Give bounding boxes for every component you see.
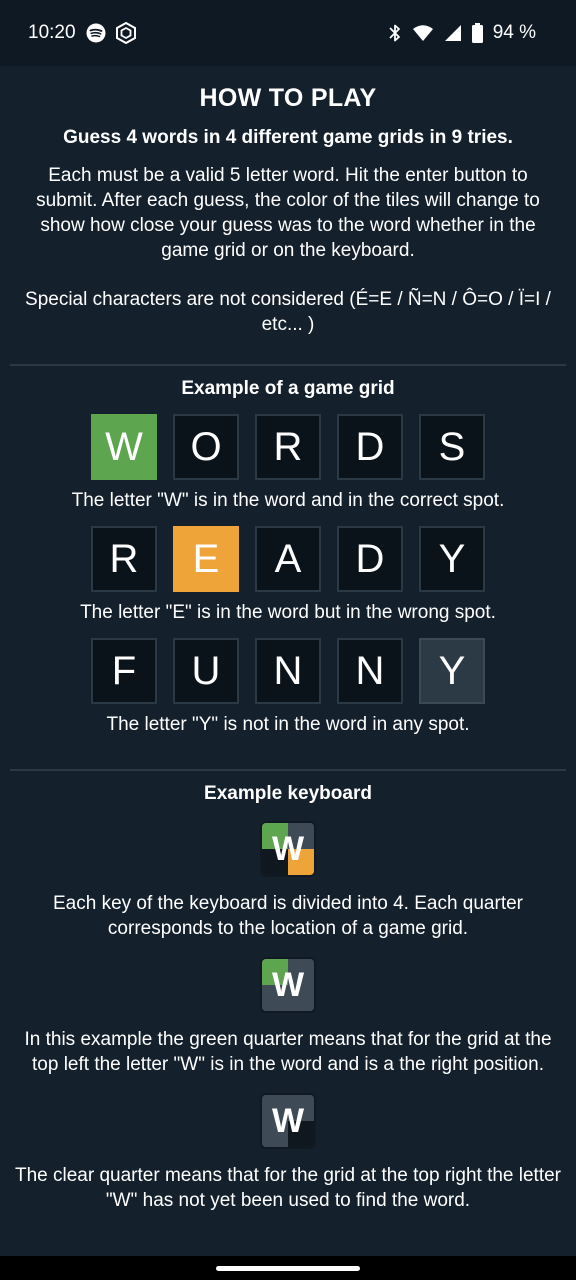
status-time: 10:20 <box>28 22 76 43</box>
key-letter: W <box>271 965 305 1004</box>
section-divider <box>10 769 566 771</box>
example-row-words: W O R D S <box>0 414 576 480</box>
clear-quarter-caption: The clear quarter means that for the gri… <box>14 1165 562 1211</box>
tile: D <box>337 526 403 592</box>
signal-icon <box>444 24 462 42</box>
key-letter: W <box>271 829 305 868</box>
status-bar-left: 10:20 <box>28 22 136 44</box>
hexagon-app-icon <box>115 22 136 44</box>
correct-letter-caption: The letter "W" is in the word and in the… <box>71 490 505 511</box>
tile: A <box>255 526 321 592</box>
tile: S <box>419 414 485 480</box>
keyboard-example-title: Example keyboard <box>204 783 372 804</box>
battery-level: 94 % <box>492 22 536 43</box>
present-letter-caption: The letter "E" is in the word but in the… <box>80 602 496 623</box>
status-bar: 10:20 94 % <box>0 0 576 66</box>
wifi-icon <box>412 24 434 42</box>
bluetooth-icon <box>388 23 402 43</box>
grid-example-title: Example of a game grid <box>181 378 395 399</box>
rules-intro: Each must be a valid 5 letter word. Hit … <box>36 165 540 261</box>
status-bar-right: 94 % <box>388 22 536 44</box>
home-gesture-handle[interactable] <box>216 1265 360 1271</box>
battery-icon <box>471 23 483 43</box>
tile: F <box>91 638 157 704</box>
example-key-w-green-quarter: W <box>260 957 316 1013</box>
key-letter: W <box>271 1101 305 1140</box>
example-key-w-quartered: W <box>260 821 316 877</box>
tile: N <box>337 638 403 704</box>
tile: U <box>173 638 239 704</box>
gesture-nav-bar <box>0 1256 576 1280</box>
page-title: HOW TO PLAY <box>199 84 377 112</box>
section-divider <box>10 364 566 366</box>
spotify-icon <box>86 23 106 43</box>
example-key-w-clear-quarter: W <box>260 1093 316 1149</box>
example-row-ready: R E A D Y <box>0 526 576 592</box>
tile: E <box>173 526 239 592</box>
example-row-funny: F U N N Y <box>0 638 576 704</box>
tile: W <box>91 414 157 480</box>
how-to-play-panel[interactable]: HOW TO PLAY Guess 4 words in 4 different… <box>0 66 576 1256</box>
green-quarter-caption: In this example the green quarter means … <box>24 1029 552 1075</box>
keyboard-quarters-caption: Each key of the keyboard is divided into… <box>53 893 523 939</box>
special-characters-note: Special characters are not considered (É… <box>25 289 551 335</box>
tile: N <box>255 638 321 704</box>
tile: O <box>173 414 239 480</box>
tile: Y <box>419 638 485 704</box>
tile: R <box>91 526 157 592</box>
tile: Y <box>419 526 485 592</box>
game-goal: Guess 4 words in 4 different game grids … <box>63 127 513 148</box>
tile: R <box>255 414 321 480</box>
absent-letter-caption: The letter "Y" is not in the word in any… <box>106 714 470 735</box>
tile: D <box>337 414 403 480</box>
